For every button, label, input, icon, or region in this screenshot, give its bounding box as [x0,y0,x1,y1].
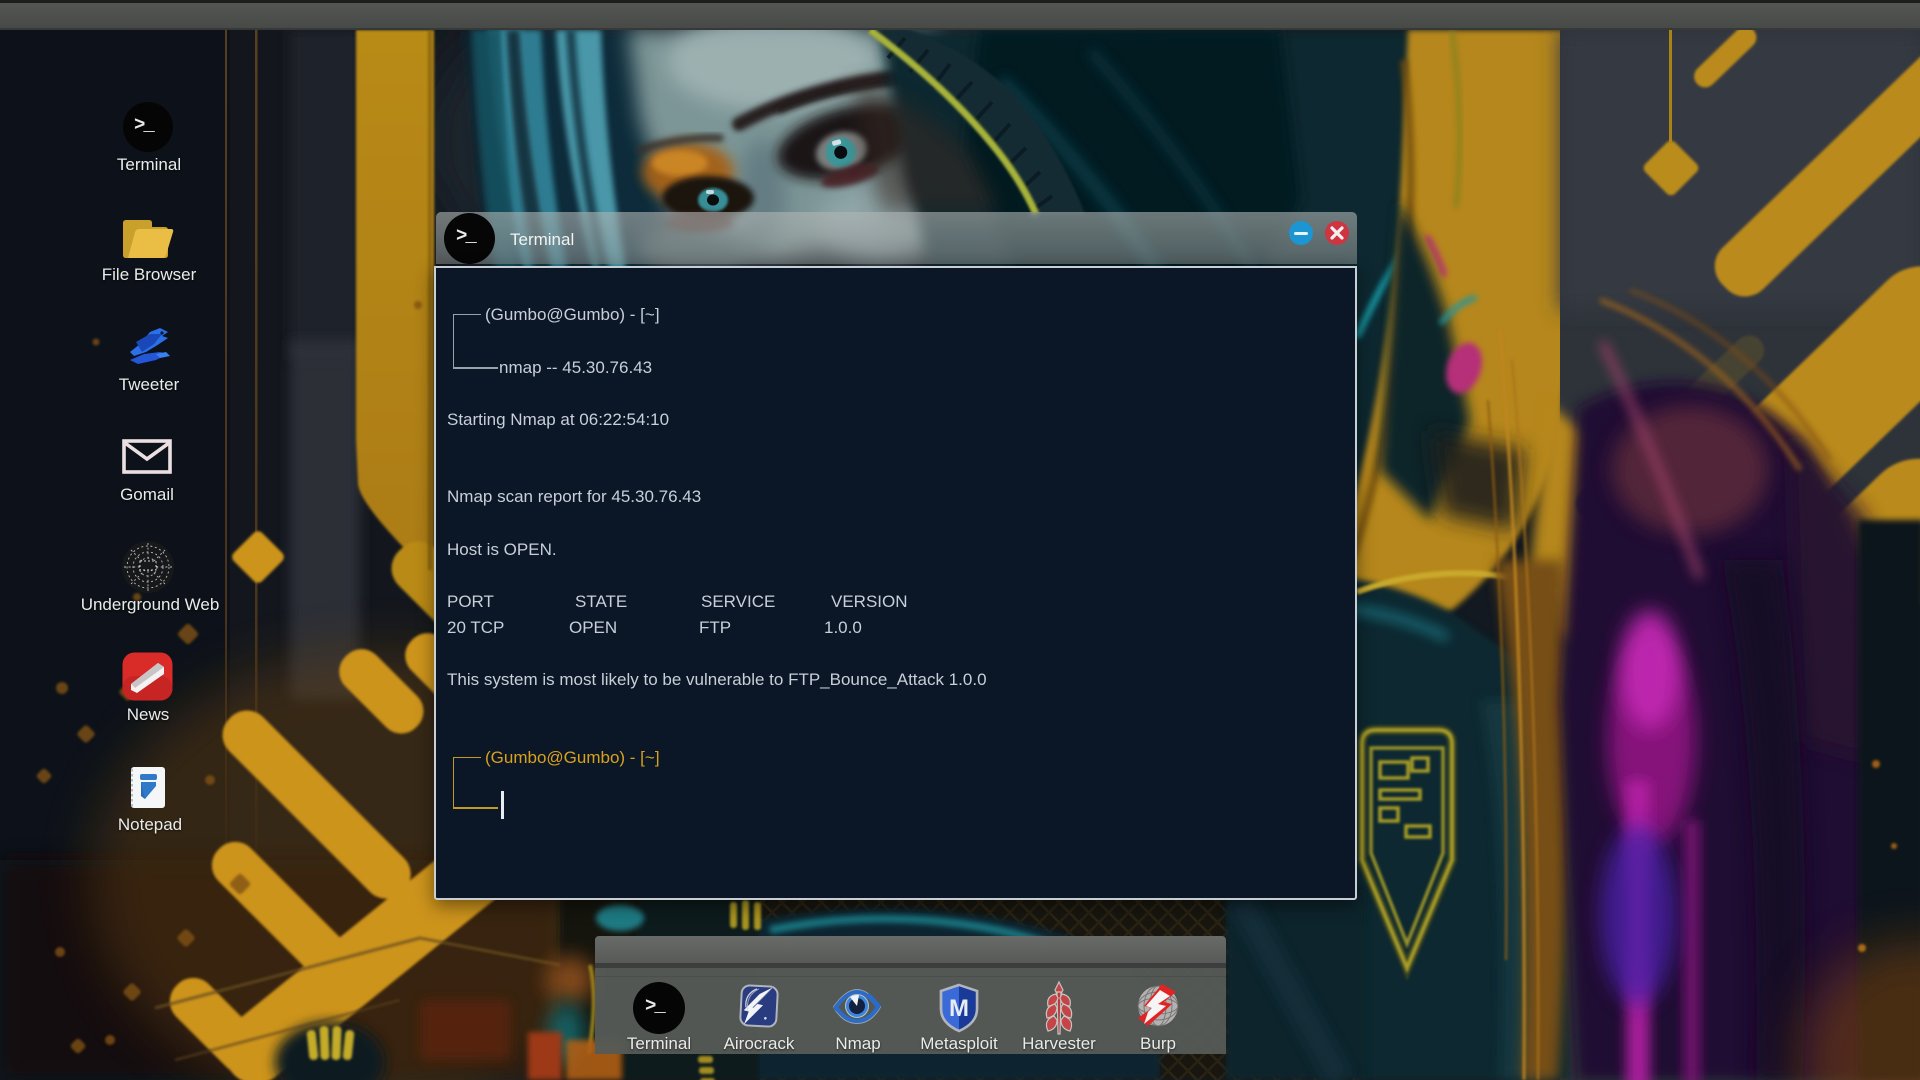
svg-text:M: M [949,995,969,1022]
